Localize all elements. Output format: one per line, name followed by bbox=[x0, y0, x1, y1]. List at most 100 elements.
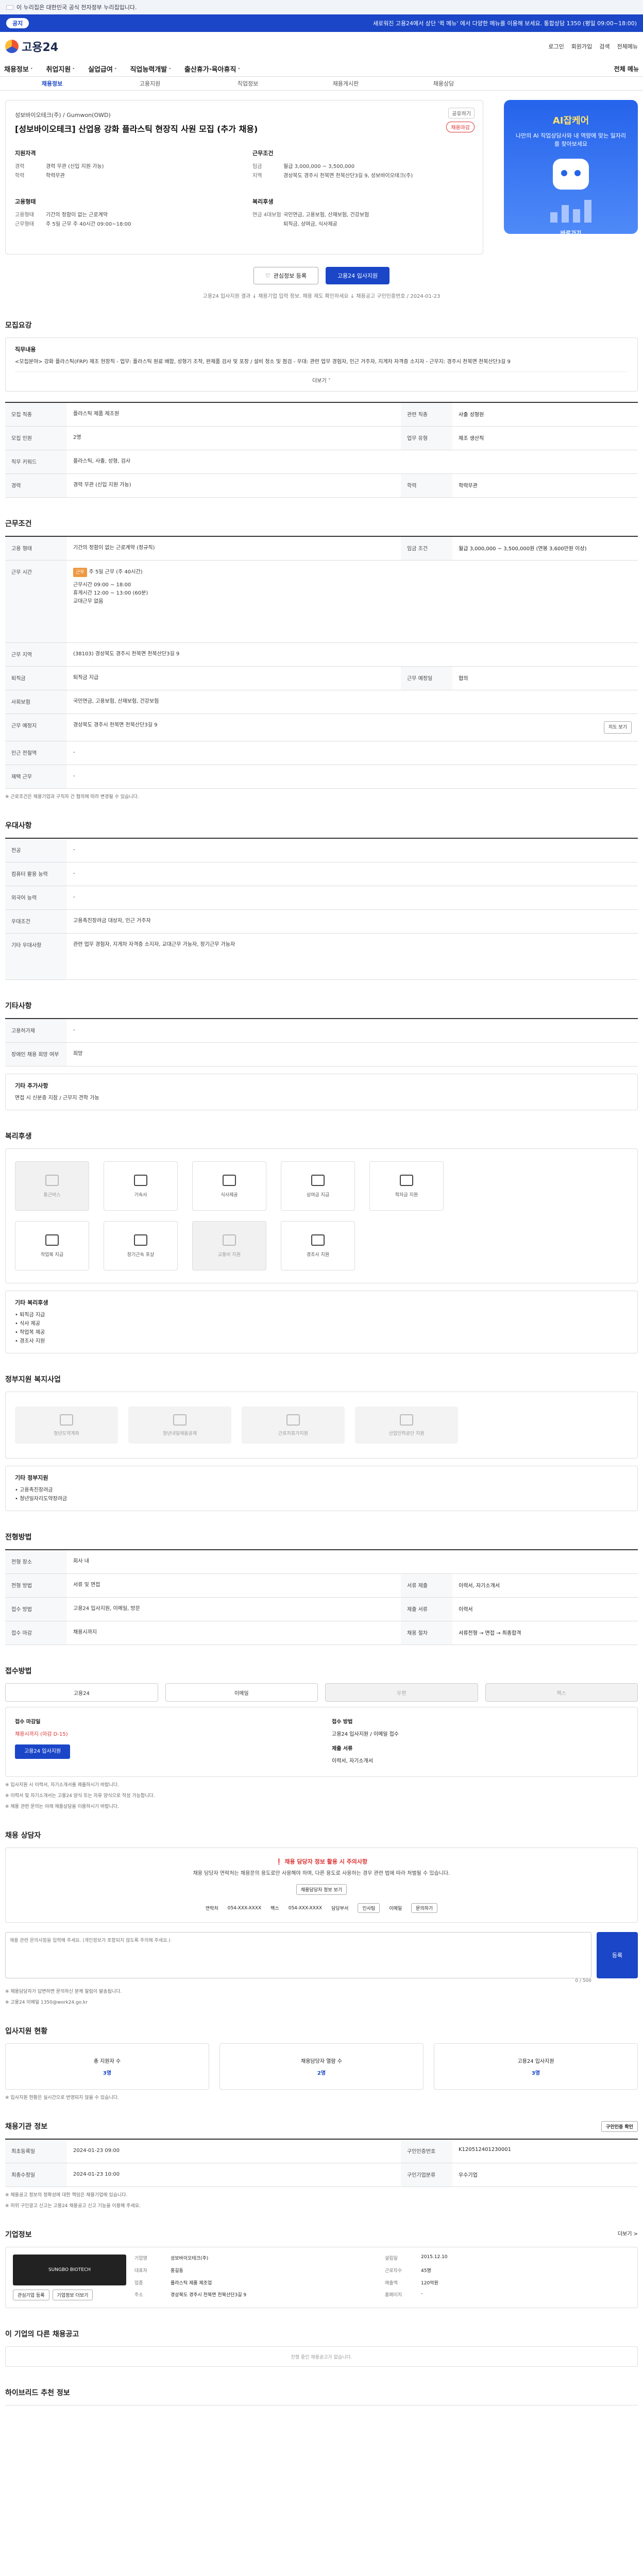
login-link[interactable]: 로그인 bbox=[548, 42, 564, 50]
row-value: 회사 내 bbox=[73, 1558, 89, 1564]
similar-heading: 하이브리드 추천 정보 bbox=[5, 2389, 70, 2397]
row-key: 구인인증번호 bbox=[401, 2140, 452, 2163]
email-key: 이메일 bbox=[389, 1906, 402, 1911]
interest-button[interactable]: ♡ 관심정보 등록 bbox=[253, 267, 318, 284]
full-menu-button[interactable]: 전체 메뉴 bbox=[614, 64, 639, 73]
row-key: 인근 전철역 bbox=[5, 741, 67, 765]
qa-submit-button[interactable]: 등록 bbox=[597, 1932, 638, 1978]
signup-link[interactable]: 회원가입 bbox=[571, 42, 592, 50]
list-item: • 고용촉진장려금 bbox=[15, 1487, 53, 1493]
company-name[interactable]: 성보바이오테크(주) / Gumwon(OWD) bbox=[15, 111, 473, 119]
type-heading: 고용형태 bbox=[15, 198, 36, 205]
more-button[interactable]: 더보기 ˅ bbox=[15, 371, 628, 384]
row-value: 우수기업 bbox=[459, 2173, 478, 2178]
logo-icon bbox=[5, 40, 19, 53]
row-value: 협의 bbox=[459, 676, 468, 682]
hours-key: 근무 시간 bbox=[5, 561, 67, 642]
row-key: 우대조건 bbox=[5, 910, 67, 933]
tab-counsel[interactable]: 채용상담 bbox=[395, 79, 493, 88]
verify-button[interactable]: 구인인증 확인 bbox=[601, 2121, 638, 2132]
kv-value: 경상북도 경주시 천북면 천북산단3길 9, 성보바이오테크(주) bbox=[283, 173, 413, 179]
kv-key: 학력 bbox=[15, 173, 25, 179]
kv-value: 경력 무관 (신입 지원 가능) bbox=[46, 164, 104, 170]
row-value: 2024-01-23 10:00 bbox=[73, 2172, 120, 2177]
email-button[interactable]: 문의하기 bbox=[411, 1903, 438, 1913]
logo[interactable]: 고용24 bbox=[5, 38, 58, 55]
support-item: 청년도약계좌 bbox=[15, 1406, 118, 1444]
welfare-item: 학자금 지원 bbox=[369, 1161, 444, 1211]
duties-box: 직무내용 <모집분야> 강화 플라스틱(FRP) 제조 현장직 - 업무: 플라… bbox=[5, 337, 638, 392]
row-key: 관련 직종 bbox=[401, 403, 452, 426]
row-value: - bbox=[73, 894, 75, 900]
qa-input[interactable] bbox=[5, 1932, 591, 1978]
warning-icon: ❗ bbox=[275, 1858, 285, 1865]
support-label: 근로자휴가지원 bbox=[278, 1431, 308, 1436]
method-email[interactable]: 이메일 bbox=[165, 1683, 318, 1702]
logo-text: 고용24 bbox=[22, 41, 59, 54]
docs-value: 이력서, 자기소개서 bbox=[332, 1758, 373, 1764]
field-value: 플라스틱 제품 제조업 bbox=[171, 2280, 212, 2286]
row-value: 플라스틱, 사출, 성형, 검사 bbox=[73, 459, 131, 464]
support-list-box: 기타 정부지원 • 고용촉진장려금 • 청년일자리도약장려금 bbox=[5, 1466, 638, 1511]
qa-form: 등록 bbox=[5, 1932, 638, 1978]
share-button[interactable]: 공유하기 bbox=[448, 108, 475, 118]
row-key: 전형 방법 bbox=[5, 1574, 67, 1597]
nav-training[interactable]: 직업능력개발 bbox=[130, 64, 171, 74]
field-value: 홍길동 bbox=[171, 2268, 183, 2274]
share-value: 3명 bbox=[103, 2071, 112, 2076]
tab-employment[interactable]: 고용지원 bbox=[101, 79, 199, 88]
duties-text: <모집분야> 강화 플라스틱(FRP) 제조 현장직 - 업무: 플라스틱 원료… bbox=[15, 359, 511, 365]
nav-jobs[interactable]: 채용정보 bbox=[4, 64, 32, 74]
tab-jobs[interactable]: 채용정보 bbox=[3, 79, 101, 88]
bed-icon bbox=[134, 1174, 147, 1186]
row-value: 제조 생산직 bbox=[459, 436, 484, 442]
apply-note: ※ 채용 관련 문의는 아래 채용상담을 이용하시기 바랍니다. bbox=[5, 1804, 119, 1809]
job-card: 공유하기 채용마감 성보바이오테크(주) / Gumwon(OWD) [성보바이… bbox=[5, 100, 483, 255]
notice-pill[interactable]: 공지 bbox=[6, 18, 29, 28]
show-contact-button[interactable]: 채용담당자 정보 보기 bbox=[296, 1884, 347, 1895]
docs-label: 제출 서류 bbox=[332, 1746, 353, 1752]
nav-support[interactable]: 취업지원 bbox=[46, 64, 74, 74]
kv-value: 국민연금, 고용보험, 산재보험, 건강보험 bbox=[283, 212, 369, 218]
welfare-heading: 복리후생 bbox=[252, 198, 274, 205]
row-value: K120512401230001 bbox=[459, 2147, 511, 2153]
grad-icon bbox=[400, 1174, 413, 1186]
ad-cta[interactable]: 바로가기 bbox=[513, 229, 629, 234]
list-item[interactable]: • 청년일자리도약장려금 bbox=[15, 1495, 628, 1503]
tab-board[interactable]: 채용게시판 bbox=[297, 79, 395, 88]
welfare-label: 경조사 지원 bbox=[306, 1252, 330, 1258]
row-value: - bbox=[73, 847, 75, 853]
notice-message[interactable]: 새로워진 고용24에서 상단 '퀵 메뉴' 에서 다양한 메뉴를 이용해 보세요… bbox=[36, 19, 637, 27]
apply-button[interactable]: 고용24 입사지원 bbox=[325, 267, 390, 284]
kv-value: 퇴직금, 상여금, 식사제공 bbox=[283, 222, 337, 227]
map-button[interactable]: 지도 보기 bbox=[604, 721, 632, 734]
company-logo-wrap: SUNGBO BIOTECH 관심기업 등록 기업정보 더보기 bbox=[13, 2255, 126, 2300]
ai-jobcare-banner[interactable]: AI잡케어 나만의 AI 직업상담사와 내 역량에 맞는 일자리를 찾아보세요 … bbox=[504, 100, 638, 234]
method-work24[interactable]: 고용24 bbox=[5, 1683, 158, 1702]
contact-key: 팩스 bbox=[270, 1906, 279, 1911]
recruit-section: 모집요강 직무내용 <모집분야> 강화 플라스틱(FRP) 제조 현장직 - 업… bbox=[0, 320, 643, 498]
row-key: 구인기업분류 bbox=[401, 2163, 452, 2187]
nav-leave[interactable]: 출산휴가·육아휴직 bbox=[184, 64, 240, 74]
row-key: 근무 예정지 bbox=[5, 714, 67, 741]
table-row: 사회보험 국민연금, 고용보험, 산재보험, 건강보험 bbox=[5, 690, 638, 714]
tab-occupation[interactable]: 직업정보 bbox=[199, 79, 297, 88]
kv-key: 임금 bbox=[252, 164, 262, 170]
work-table: 고용 형태 기간의 정함이 없는 근로계약 (정규직) 임금 조건 월급 3,000,… bbox=[5, 536, 638, 789]
search-link[interactable]: 검색 bbox=[599, 42, 610, 50]
support-label: 청년내일채움공제 bbox=[162, 1431, 197, 1436]
shares-heading: 입사지원 현황 bbox=[5, 2027, 48, 2036]
share-key: 채용담당자 열람 수 bbox=[301, 2059, 342, 2064]
row-value: 이력서 bbox=[459, 1607, 473, 1613]
company-more-link[interactable]: 더보기 > bbox=[618, 2229, 638, 2237]
all-menu-link[interactable]: 전체메뉴 bbox=[617, 42, 638, 50]
apply-now-button[interactable]: 고용24 입사지원 bbox=[15, 1744, 71, 1759]
other-jobs-heading: 이 기업의 다른 채용공고 bbox=[5, 2330, 79, 2338]
welfare-item: 경조사 지원 bbox=[281, 1221, 355, 1270]
share-card: 총 지원자 수 3명 bbox=[5, 2043, 209, 2090]
favorite-company-button[interactable]: 관심기업 등록 bbox=[13, 2290, 49, 2300]
nav-benefits[interactable]: 실업급여 bbox=[88, 64, 116, 74]
company-detail-button[interactable]: 기업정보 더보기 bbox=[52, 2290, 93, 2300]
table-row: 고용허가제 - bbox=[5, 1019, 638, 1043]
row-key: 사회보험 bbox=[5, 690, 67, 714]
